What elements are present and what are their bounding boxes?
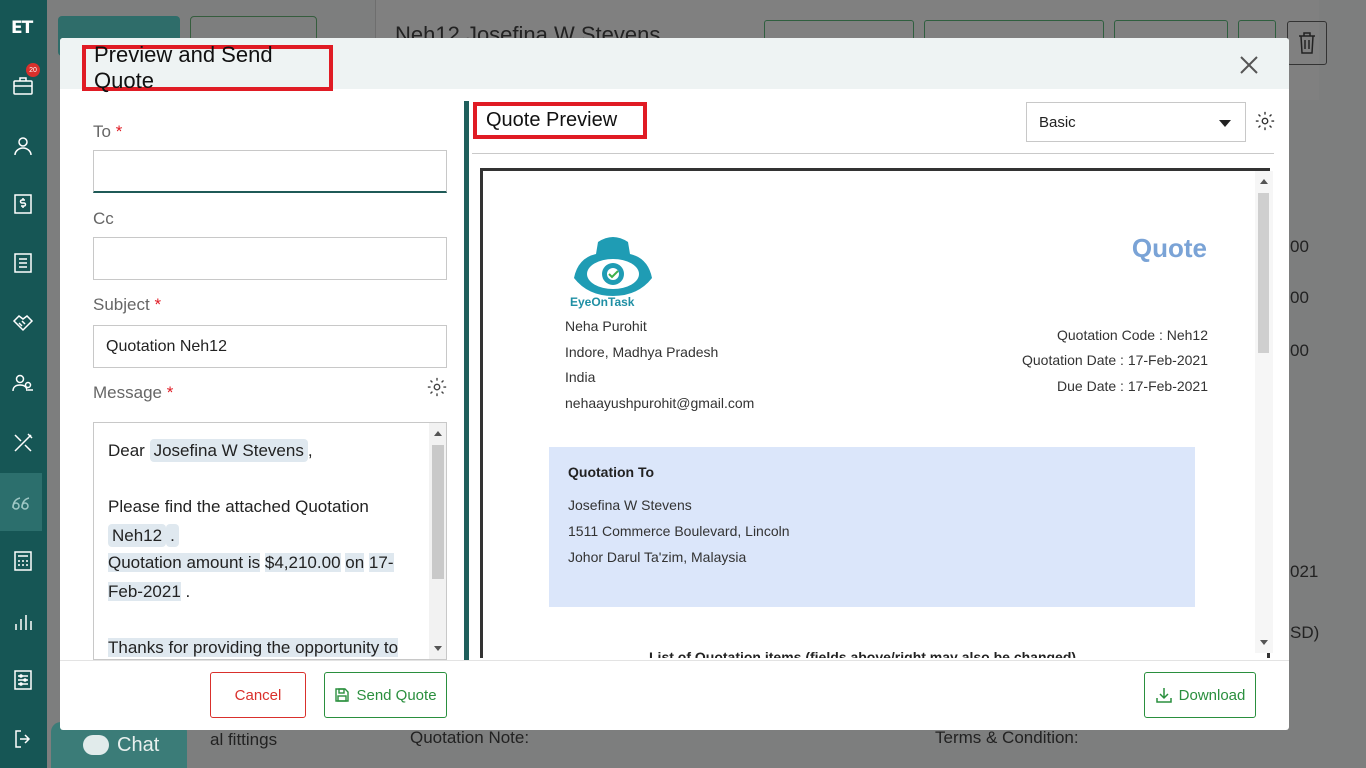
quotation-date: Quotation Date : 17-Feb-2021 [1021,352,1208,368]
logo-text: EyeOnTask [570,295,635,309]
from-email: nehaayushpurohit@gmail.com [565,395,755,411]
from-city: Indore, Madhya Pradesh [565,344,719,360]
message-greeting: Dear Josefina W Stevens, [108,436,426,465]
to-address-2: Johor Darul Ta'zim, Malaysia [568,549,747,565]
preview-settings-gear-icon[interactable] [1254,110,1276,132]
modal-header: Preview and Send Quote [60,38,1289,93]
background-value-3: 00 [1290,341,1309,360]
chart-icon[interactable] [9,608,37,636]
message-settings-gear-icon[interactable] [426,376,448,398]
chevron-down-icon [1219,120,1231,127]
amount-line-suffix: . [185,582,191,601]
to-label-text: To [93,122,111,141]
quotation-code: Quotation Code : Neh12 [1057,327,1208,343]
sidebar: ET 20 [0,0,47,768]
doc-scroll-down-icon[interactable] [1260,640,1268,645]
preview-send-quote-modal: Preview and Send Quote To * Cc Subject *… [60,38,1289,730]
background-value-4: 021 [1290,562,1319,581]
footer-separator [60,660,1289,661]
quotation-to-box: Quotation To Josefina W Stevens 1511 Com… [549,447,1195,607]
modal-title: Preview and Send Quote [82,42,333,93]
download-label: Download [1178,686,1246,704]
quotation-to-title: Quotation To [568,464,655,480]
from-name: Neha Purohit [565,318,647,334]
cc-label: Cc [93,209,114,228]
scroll-up-icon[interactable] [434,431,442,436]
message-label: Message * [93,383,173,403]
message-line-quotation: Please find the attached Quotation Neh12… [108,492,426,550]
amount-line-mid: on [345,553,365,572]
dollar-icon[interactable] [9,190,37,218]
doc-scroll-thumb[interactable] [1258,193,1269,353]
message-line-amount: Quotation amount is $4,210.00 on 17-Feb-… [108,548,426,606]
cancel-button[interactable]: Cancel [210,672,306,718]
message-line-thanks: Thanks for providing the opportunity to [108,633,426,659]
to-address-1: 1511 Commerce Boulevard, Lincoln [568,523,790,539]
from-country: India [565,369,596,385]
message-label-text: Message [93,383,162,402]
tools-icon[interactable] [9,429,37,457]
panel-divider [464,101,469,660]
to-name: Josefina W Stevens [568,497,692,513]
required-mark: * [115,122,123,141]
subject-label: Subject * [93,295,161,315]
chat-icon [83,735,109,755]
subject-field[interactable] [93,325,447,368]
customer-name-chip: Josefina W Stevens [149,439,308,462]
greeting-text: Dear [108,441,145,460]
download-button[interactable]: Download [1144,672,1256,718]
save-icon [335,688,350,702]
users-icon[interactable] [9,369,37,397]
quote-icon[interactable] [0,473,42,531]
template-select-value: Basic [1039,113,1076,131]
quote-document: EyeOnTask Quote Neha Purohit Indore, Mad… [480,168,1270,658]
cc-field[interactable] [93,237,447,280]
scroll-thumb[interactable] [432,445,444,579]
message-editor[interactable]: Dear Josefina W Stevens, Please find the… [93,422,447,660]
message-scrollbar[interactable] [429,423,446,659]
handshake-icon[interactable] [9,309,37,337]
greeting-suffix: , [307,441,313,460]
background-value-5: SD) [1290,623,1320,642]
download-icon [1155,688,1172,703]
send-quote-label: Send Quote [356,686,437,704]
quotation-line-text: Please find the attached Quotation [108,497,369,516]
required-mark: * [154,295,162,314]
scroll-down-icon[interactable] [434,646,442,651]
person-icon[interactable] [9,132,37,160]
chat-label: Chat [117,733,160,756]
calculator-icon[interactable] [9,547,37,575]
document-scrollbar[interactable] [1255,171,1273,653]
settings-sliders-icon[interactable] [9,666,37,694]
trash-icon [1287,21,1327,65]
due-date: Due Date : 17-Feb-2021 [1057,378,1208,394]
amount-chip: $4,210.00 [264,553,341,572]
quote-preview-title: Quote Preview [473,102,647,139]
background-terms: Terms & Condition: [935,728,1079,747]
list-icon[interactable] [9,249,37,277]
preview-separator [472,153,1274,154]
to-label: To * [93,122,122,142]
thanks-text: Thanks for providing the opportunity to [108,638,399,657]
required-mark: * [166,383,174,402]
subject-label-text: Subject [93,295,150,314]
background-value-2: 00 [1290,288,1309,307]
background-item-text: al fittings [210,730,278,749]
close-icon[interactable] [1236,52,1262,78]
app-logo[interactable]: ET [11,18,35,44]
items-heading-cut: List of Quotation items (fields above/ri… [649,649,1077,658]
send-quote-button[interactable]: Send Quote [324,672,447,718]
background-value-1: 00 [1290,237,1309,256]
doc-scroll-up-icon[interactable] [1260,179,1268,184]
background-quotation-note: Quotation Note: [410,728,530,747]
amount-line-text: Quotation amount is [108,553,261,572]
notification-badge: 20 [26,63,40,77]
logout-icon[interactable] [9,725,37,753]
to-field[interactable] [93,150,447,193]
template-select[interactable]: Basic [1026,102,1246,142]
quote-code-chip: Neh12 [108,524,167,547]
document-heading: Quote [1131,233,1207,263]
quotation-line-suffix: . [166,524,179,547]
